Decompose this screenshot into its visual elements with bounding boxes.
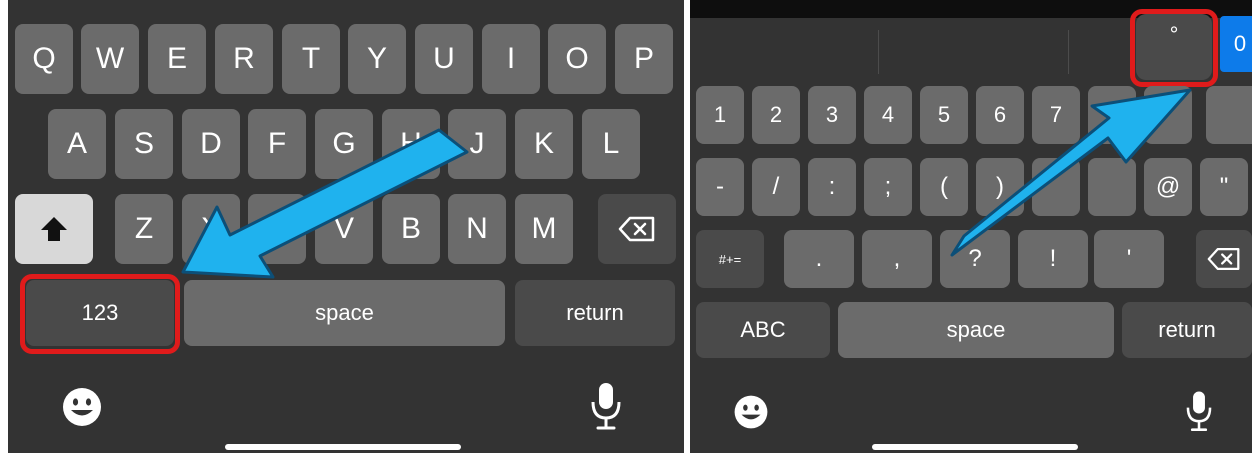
backspace-key[interactable] [1196,230,1252,288]
key-i[interactable]: I [482,24,540,94]
key-dollar[interactable] [1032,158,1080,216]
key-3[interactable]: 3 [808,86,856,144]
right-keyboard-panel: ° 0 1 2 3 4 5 6 7 - / : ; ( ) @ " #+= . … [690,0,1252,453]
suggestion-divider [1068,30,1069,74]
emoji-icon [734,395,768,429]
emoji-icon [63,388,101,426]
popup-degree-key[interactable]: ° [1136,14,1212,80]
key-hyphen[interactable]: - [696,158,744,216]
backspace-key[interactable] [598,194,676,264]
key-at[interactable]: @ [1144,158,1192,216]
microphone-button[interactable] [586,380,626,432]
key-semicolon[interactable]: ; [864,158,912,216]
emoji-button[interactable] [60,385,104,429]
key-z[interactable]: Z [115,194,173,264]
key-j[interactable]: J [448,109,506,179]
space-key[interactable]: space [838,302,1114,358]
key-o[interactable]: O [548,24,606,94]
microphone-icon [1186,391,1212,431]
key-ampersand[interactable] [1088,158,1136,216]
return-key[interactable]: return [515,280,675,346]
home-indicator [872,444,1078,450]
key-6[interactable]: 6 [976,86,1024,144]
key-1[interactable]: 1 [696,86,744,144]
key-5[interactable]: 5 [920,86,968,144]
key-0[interactable] [1206,86,1252,144]
key-quote[interactable]: " [1200,158,1248,216]
key-b[interactable]: B [382,194,440,264]
backspace-icon [1207,248,1240,270]
key-r[interactable]: R [215,24,273,94]
abc-key[interactable]: ABC [696,302,830,358]
key-4[interactable]: 4 [864,86,912,144]
key-y[interactable]: Y [348,24,406,94]
key-k[interactable]: K [515,109,573,179]
key-open-paren[interactable]: ( [920,158,968,216]
key-8[interactable] [1088,86,1136,144]
key-v[interactable]: V [315,194,373,264]
key-u[interactable]: U [415,24,473,94]
key-l[interactable]: L [582,109,640,179]
key-m[interactable]: M [515,194,573,264]
key-7[interactable]: 7 [1032,86,1080,144]
key-a[interactable]: A [48,109,106,179]
key-comma[interactable]: , [862,230,932,288]
symbols-toggle-key[interactable]: #+= [696,230,764,288]
key-n[interactable]: N [448,194,506,264]
key-2[interactable]: 2 [752,86,800,144]
backspace-icon [618,216,655,242]
key-colon[interactable]: : [808,158,856,216]
key-c[interactable]: C [248,194,306,264]
return-key[interactable]: return [1122,302,1252,358]
key-x[interactable]: X [182,194,240,264]
space-key[interactable]: space [184,280,505,346]
popup-zero-key[interactable]: 0 [1220,16,1252,72]
left-keyboard-panel: Q W E R T Y U I O P A S D F G H J K L Z … [8,0,684,453]
key-p[interactable]: P [615,24,673,94]
key-slash[interactable]: / [752,158,800,216]
screenshot-composite: Q W E R T Y U I O P A S D F G H J K L Z … [0,0,1252,453]
numbers-key[interactable]: 123 [26,280,174,346]
key-question[interactable]: ? [940,230,1010,288]
key-e[interactable]: E [148,24,206,94]
key-period[interactable]: . [784,230,854,288]
key-d[interactable]: D [182,109,240,179]
key-s[interactable]: S [115,109,173,179]
microphone-icon [591,383,621,430]
key-q[interactable]: Q [15,24,73,94]
key-w[interactable]: W [81,24,139,94]
key-exclamation[interactable]: ! [1018,230,1088,288]
key-f[interactable]: F [248,109,306,179]
shift-key[interactable] [15,194,93,264]
key-t[interactable]: T [282,24,340,94]
key-g[interactable]: G [315,109,373,179]
key-h[interactable]: H [382,109,440,179]
suggestion-divider [878,30,879,74]
key-9[interactable] [1144,86,1192,144]
microphone-button[interactable] [1182,388,1216,434]
shift-icon [41,217,67,241]
key-apostrophe[interactable]: ' [1094,230,1164,288]
home-indicator [225,444,461,450]
emoji-button[interactable] [732,393,770,431]
key-close-paren[interactable]: ) [976,158,1024,216]
